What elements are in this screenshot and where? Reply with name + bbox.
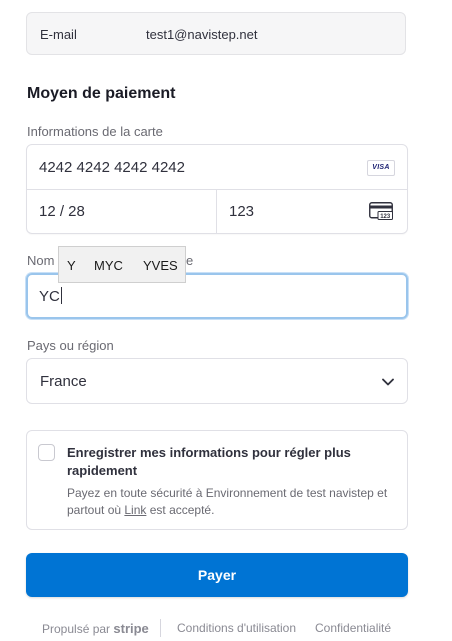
footer-divider: [160, 619, 161, 637]
cvc-icon-text: 123: [380, 214, 391, 220]
email-label: E-mail: [40, 27, 77, 42]
cardholder-name-text: YC: [39, 288, 60, 305]
save-info-title: Enregistrer mes informations pour régler…: [67, 445, 351, 478]
country-select[interactable]: France: [26, 358, 408, 404]
card-number-field[interactable]: 4242 4242 4242 4242 VISA: [27, 145, 407, 190]
card-number-value: 4242 4242 4242 4242: [39, 159, 185, 176]
powered-by-stripe[interactable]: Propulsé par stripe: [42, 621, 149, 636]
cvc-card-icon: 123: [369, 202, 393, 220]
suggestion-item[interactable]: YVES: [143, 258, 178, 273]
suggestion-item[interactable]: Y: [67, 258, 76, 273]
card-cvc-field[interactable]: 123 123: [217, 189, 407, 233]
pay-button[interactable]: Payer: [26, 553, 408, 597]
email-display: E-mail test1@navistep.net: [26, 12, 406, 55]
cardholder-label-suffix: e: [186, 253, 194, 268]
card-cvc-value: 123: [229, 203, 255, 220]
payment-method-title: Moyen de paiement: [27, 85, 176, 102]
powered-by-text: Propulsé par: [42, 622, 111, 636]
card-info-label: Informations de la carte: [27, 124, 163, 139]
country-label: Pays ou région: [27, 338, 114, 353]
card-details-group: 4242 4242 4242 4242 VISA 12 / 28 123 123: [26, 144, 408, 234]
save-info-desc-end: est accepté.: [146, 503, 215, 517]
cardholder-label-prefix: Nom: [27, 253, 55, 268]
cardholder-name-value: YC: [39, 287, 62, 305]
privacy-link[interactable]: Confidentialité: [315, 621, 391, 635]
card-expiry-field[interactable]: 12 / 28: [27, 189, 216, 233]
visa-icon: VISA: [367, 160, 395, 176]
country-value: France: [40, 373, 87, 390]
suggestion-item[interactable]: MYC: [94, 258, 123, 273]
save-info-desc-text: Payez en toute sécurité à Environnement …: [67, 486, 388, 517]
save-info-checkbox[interactable]: [38, 444, 55, 461]
save-info-description: Payez en toute sécurité à Environnement …: [67, 485, 397, 519]
card-expiry-value: 12 / 28: [39, 203, 85, 220]
chevron-down-icon: [382, 378, 394, 386]
autocomplete-suggestions: Y MYC YVES: [58, 246, 186, 283]
card-expiry-cvc-row: 12 / 28 123 123: [27, 189, 407, 233]
text-caret: [60, 287, 62, 304]
link-text[interactable]: Link: [124, 503, 146, 517]
email-value: test1@navistep.net: [146, 27, 258, 42]
save-info-panel: Enregistrer mes informations pour régler…: [26, 430, 408, 530]
terms-link[interactable]: Conditions d'utilisation: [177, 621, 296, 635]
stripe-logo: stripe: [113, 621, 149, 636]
